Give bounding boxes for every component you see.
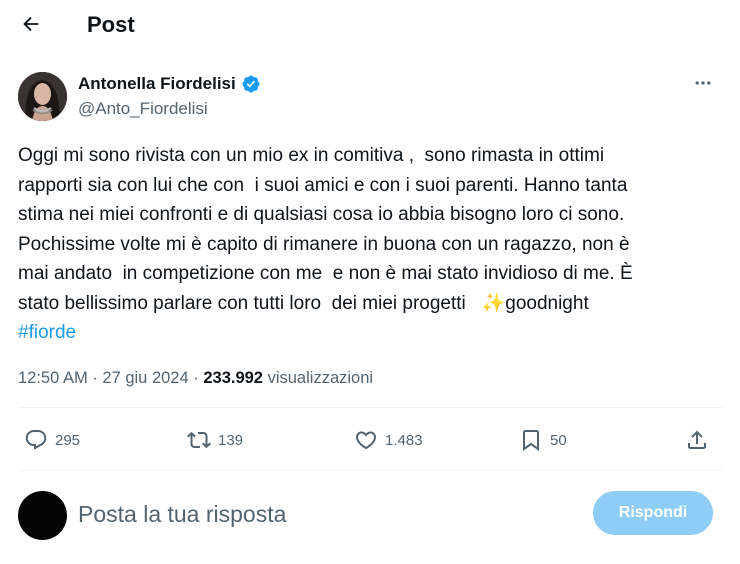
arrow-left-icon [20, 13, 42, 40]
verified-badge-icon[interactable] [241, 74, 261, 94]
meta-separator: · [193, 369, 199, 387]
back-button[interactable] [14, 9, 48, 43]
top-bar: Post [0, 0, 740, 52]
tweet-line: Pochissime volte mi è capito di rimanere… [18, 233, 630, 255]
tweet-line: rapporti sia con lui che con i suoi amic… [18, 174, 628, 196]
reply-icon [24, 428, 48, 452]
divider [18, 470, 722, 471]
bookmark-action-button[interactable]: 50 [519, 426, 567, 454]
author-name-text[interactable]: Antonella Fiordelisi [78, 74, 236, 94]
more-horizontal-icon [693, 73, 713, 98]
more-options-button[interactable] [688, 72, 718, 98]
bookmark-icon [519, 428, 543, 452]
share-action-button[interactable] [685, 426, 709, 454]
like-count: 1.483 [385, 431, 423, 449]
tweet-line: mai andato in competizione con me e non … [18, 263, 633, 284]
views-count: 233.992 [203, 369, 263, 387]
repost-icon [187, 428, 211, 452]
bookmark-count: 50 [550, 431, 567, 449]
reply-action-button[interactable]: 295 [24, 426, 80, 454]
tweet-line: stato bellissimo parlare con tutti loro … [18, 292, 589, 314]
reply-button[interactable]: Rispondi [593, 491, 713, 535]
repost-action-button[interactable]: 139 [187, 426, 243, 454]
author-handle[interactable]: @Anto_Fiordelisi [78, 99, 208, 119]
tweet-date[interactable]: 27 giu 2024 [102, 369, 188, 387]
author-avatar[interactable] [18, 72, 67, 121]
tweet-line: Oggi mi sono rivista con un mio ex in co… [18, 145, 605, 166]
like-action-button[interactable]: 1.483 [354, 426, 423, 454]
tweet-time[interactable]: 12:50 AM [18, 369, 88, 387]
heart-icon [354, 428, 378, 452]
author-name[interactable]: Antonella Fiordelisi [78, 74, 261, 94]
reply-count: 295 [55, 431, 81, 449]
hashtag-link[interactable]: #fiorde [18, 322, 76, 343]
divider [18, 407, 722, 408]
meta-separator: · [92, 369, 98, 387]
repost-count: 139 [218, 431, 244, 449]
tweet-text: Oggi mi sono rivista con un mio ex in co… [18, 141, 718, 348]
reply-input[interactable] [78, 498, 568, 530]
user-avatar[interactable] [18, 491, 67, 540]
page-title: Post [87, 12, 135, 37]
tweet-meta: 12:50 AM · 27 giu 2024 · 233.992 visuali… [18, 367, 373, 389]
share-icon [685, 428, 709, 452]
views-label: visualizzazioni [267, 369, 374, 387]
tweet-line: stima nei miei confronti e di qualsiasi … [18, 204, 625, 225]
